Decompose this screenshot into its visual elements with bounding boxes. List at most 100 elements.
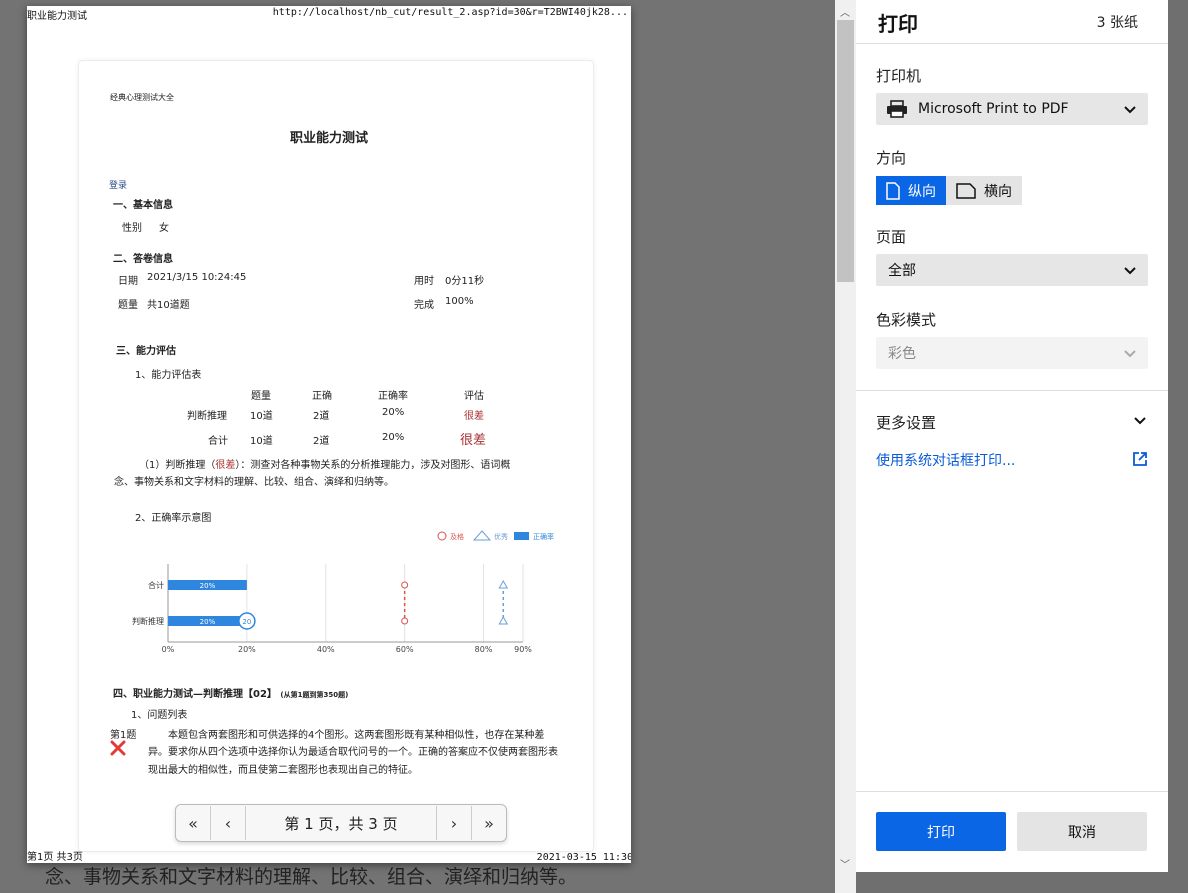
question-label: 第1题 [110, 730, 137, 741]
chart-legend: 及格 优秀 正确率 [437, 530, 554, 541]
section-questions-note: (从第1题到第350题) [280, 691, 349, 699]
table-row-eval: 很差 [464, 411, 484, 422]
landscape-page-icon [956, 182, 976, 199]
category-label: 判断推理 [132, 616, 164, 626]
count-value: 共10道题 [147, 300, 190, 311]
first-page-button[interactable]: « [176, 806, 211, 840]
scroll-up-icon[interactable]: ︿ [840, 4, 850, 19]
wrong-answer-icon [110, 740, 126, 756]
description-line-1: （1）判断推理（很差）：测查对各种事物关系的分析推理能力，涉及对图形、语词概 [139, 456, 510, 471]
divider [856, 390, 1168, 391]
excellent-marker [498, 579, 509, 589]
page-header-url: http://localhost/nb_cut/result_2.asp?id=… [272, 7, 628, 18]
table-header-count: 题量 [251, 391, 271, 402]
done-value: 100% [445, 296, 474, 307]
time-label: 用时 [414, 276, 434, 287]
pages-label: 页面 [876, 228, 907, 246]
color-mode-value: 彩色 [888, 346, 916, 362]
section-basic-info: 一、基本信息 [113, 200, 173, 211]
date-value: 2021/3/15 10:24:45 [147, 272, 247, 283]
section-questions-title: 四、职业能力测试—判断推理【02】 [113, 689, 277, 700]
date-label: 日期 [118, 276, 138, 287]
section-questions: 四、职业能力测试—判断推理【02】 (从第1题到第350题) [113, 685, 348, 700]
window-edge [1168, 0, 1188, 893]
gender-value: 女 [159, 223, 169, 234]
table-row-name: 判断推理 [187, 411, 227, 422]
accuracy-chart: 及格 优秀 正确率 0% 20% 40% 60% 80% 90% 合计 20% 判断推理 20% 20 [132, 530, 554, 654]
portrait-page-icon [886, 181, 900, 200]
x-tick-label: 90% [514, 645, 532, 654]
desc-rating: 很差 [215, 460, 236, 471]
ability-table-title: 1、能力评估表 [135, 370, 202, 381]
page-footer-pages: 第1页 共3页 [27, 852, 83, 863]
portrait-button[interactable]: 纵向 [876, 176, 946, 205]
table-header-eval: 评估 [464, 391, 484, 402]
question-text-line-2: 异。要求你从四个选项中选择你认为最适合取代问号的一个。正确的答案应不仅使两套图形… [148, 747, 558, 758]
desc-text: ）：测查对各种事物关系的分析推理能力，涉及对图形、语词概 [235, 460, 511, 471]
chevron-down-icon [1124, 106, 1136, 114]
pages-select[interactable]: 全部 [876, 254, 1148, 286]
more-settings-label[interactable]: 更多设置 [876, 412, 936, 433]
x-tick-label: 80% [475, 645, 493, 654]
gender-label: 性别 [122, 223, 142, 234]
document-title: 职业能力测试 [289, 131, 368, 146]
done-label: 完成 [414, 300, 434, 311]
landscape-button[interactable]: 横向 [946, 176, 1022, 205]
legend-accuracy-icon [514, 532, 529, 540]
chart-title: 2、正确率示意图 [135, 513, 212, 524]
legend-accuracy-label: 正确率 [533, 532, 554, 541]
x-tick-label: 60% [396, 645, 414, 654]
portrait-label: 纵向 [908, 183, 936, 200]
question-text-line-1: 本题包含两套图形和可供选择的4个图形。这两套图形既有某种相似性，也存在某种差 [168, 730, 545, 741]
more-settings-chevron-icon[interactable] [1132, 412, 1148, 428]
x-tick-label: 20% [238, 645, 256, 654]
bar-label: 20% [200, 582, 216, 590]
cancel-button[interactable]: 取消 [1017, 812, 1147, 851]
color-mode-select: 彩色 [876, 337, 1148, 369]
chevron-down-icon [1124, 267, 1136, 275]
scrollbar-thumb[interactable] [837, 20, 854, 282]
x-tick-label: 40% [317, 645, 335, 654]
printer-value: Microsoft Print to PDF [918, 101, 1069, 117]
section-answer-info: 二、答卷信息 [113, 254, 173, 265]
table-row-count: 10道 [250, 411, 273, 422]
divider [856, 43, 1168, 44]
description-line-2: 念、事物关系和文字材料的理解、比较、组合、演绎和归纳等。 [114, 477, 394, 488]
printer-select[interactable]: Microsoft Print to PDF [876, 93, 1148, 125]
next-page-button[interactable]: › [436, 806, 471, 840]
category-label: 合计 [148, 580, 164, 590]
page-indicator: 第 1 页，共 3 页 [284, 814, 398, 833]
panel-title: 打印 [878, 12, 918, 36]
pass-marker [401, 617, 409, 625]
system-dialog-link[interactable]: 使用系统对话框打印... [876, 450, 1015, 470]
scroll-down-icon[interactable]: ﹀ [840, 856, 850, 871]
print-button[interactable]: 打印 [876, 812, 1006, 851]
legend-pass-icon [437, 531, 447, 541]
printer-label: 打印机 [876, 67, 922, 85]
legend-pass-label: 及格 [450, 532, 464, 541]
landscape-label: 横向 [984, 183, 1012, 200]
table-row-correct: 2道 [313, 411, 330, 422]
excellent-marker [498, 615, 509, 625]
color-mode-label: 色彩模式 [876, 311, 937, 329]
table-header-rate: 正确率 [378, 391, 408, 402]
last-page-button[interactable]: » [471, 806, 506, 840]
printer-icon [887, 100, 907, 118]
count-label: 题量 [118, 300, 138, 311]
page-header-title: 职业能力测试 [27, 11, 87, 22]
login-link[interactable]: 登录 [109, 178, 127, 191]
bar-end-label: 20 [242, 618, 251, 626]
site-name: 经典心理测试大全 [110, 93, 174, 102]
page-navigator: « ‹ 第 1 页，共 3 页 › » [175, 804, 507, 842]
time-value: 0分11秒 [445, 276, 485, 287]
prev-page-button[interactable]: ‹ [211, 806, 246, 840]
chevron-down-icon [1124, 350, 1136, 358]
table-row-rate: 20% [382, 407, 405, 418]
print-preview-page: 职业能力测试 http://localhost/nb_cut/result_2.… [27, 6, 631, 863]
open-external-icon[interactable] [1132, 451, 1148, 467]
question-list-title: 1、问题列表 [131, 710, 188, 721]
table-total-count: 10道 [250, 436, 273, 447]
sheet-count: 3 张纸 [1096, 15, 1138, 31]
x-tick-label: 0% [162, 645, 175, 654]
table-header-correct: 正确 [312, 391, 332, 402]
